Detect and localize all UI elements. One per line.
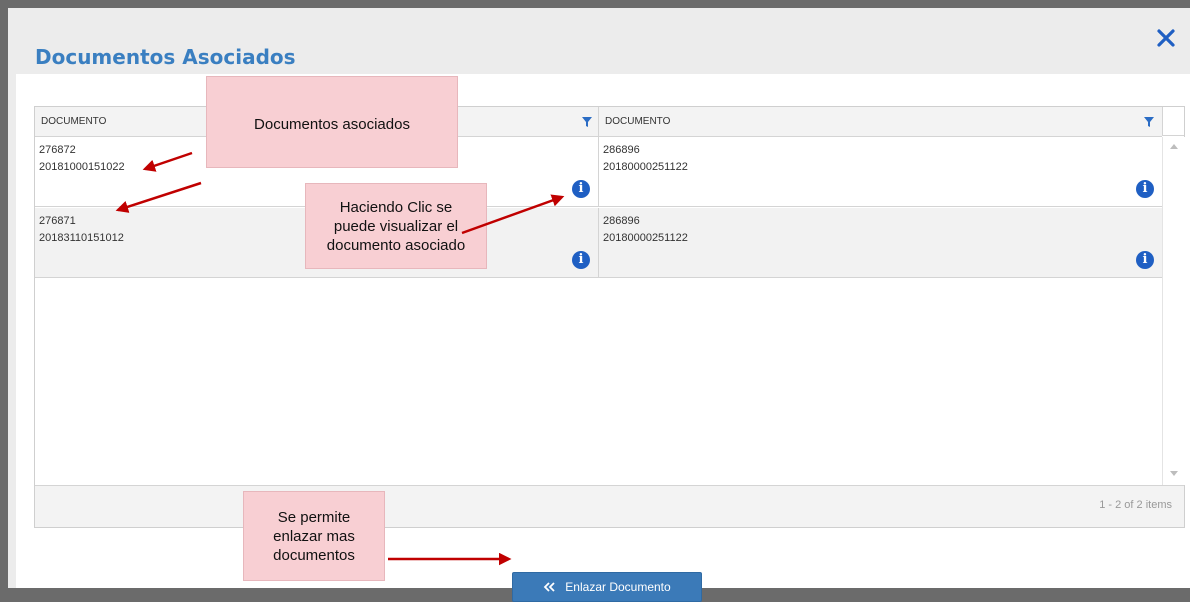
callout-line: documentos bbox=[273, 546, 355, 564]
grid-header: DOCUMENTO DOCUMENTO bbox=[35, 107, 1162, 137]
dialog-title: Documentos Asociados bbox=[35, 45, 296, 69]
scroll-up-icon[interactable] bbox=[1170, 143, 1178, 149]
header-scroll-spacer bbox=[1162, 107, 1184, 136]
column-header-documento-2[interactable]: DOCUMENTO bbox=[599, 107, 1162, 136]
document-id: 286896 bbox=[603, 144, 640, 156]
close-icon bbox=[1157, 29, 1175, 47]
callout-click-to-view: Haciendo Clic se puede visualizar el doc… bbox=[305, 183, 487, 269]
grid-pager: 1 - 2 of 2 items bbox=[35, 485, 1184, 527]
table-row[interactable]: 276872 20181000151022 i 286896 201800002… bbox=[35, 137, 1162, 207]
double-chevron-left-icon bbox=[544, 582, 555, 592]
filter-icon[interactable] bbox=[581, 116, 593, 128]
callout-line: Haciendo Clic se bbox=[339, 198, 453, 216]
column-header-label: DOCUMENTO bbox=[41, 116, 107, 127]
callout-line: puede visualizar el bbox=[333, 217, 459, 235]
callout-line: enlazar mas bbox=[273, 527, 355, 545]
grid-cell: 286896 20180000251122 i bbox=[599, 208, 1162, 277]
callout-associated-documents: Documentos asociados bbox=[206, 76, 458, 168]
info-icon[interactable]: i bbox=[572, 180, 590, 198]
document-number: 20180000251122 bbox=[603, 161, 688, 173]
column-header-label: DOCUMENTO bbox=[605, 116, 671, 127]
callout-line: documento asociado bbox=[326, 236, 466, 254]
associated-documents-dialog: Documentos Asociados DOCUMENTO DOCUMENTO bbox=[8, 8, 1190, 602]
filter-icon[interactable] bbox=[1143, 116, 1155, 128]
link-document-label: Enlazar Documento bbox=[565, 580, 671, 594]
info-icon[interactable]: i bbox=[572, 251, 590, 269]
document-number: 20180000251122 bbox=[603, 232, 688, 244]
info-icon[interactable]: i bbox=[1136, 251, 1154, 269]
callout-text: Documentos asociados bbox=[254, 116, 410, 133]
pager-info: 1 - 2 of 2 items bbox=[1099, 499, 1172, 511]
dialog-content: DOCUMENTO DOCUMENTO 276872 2018100015102… bbox=[16, 74, 1190, 602]
info-icon[interactable]: i bbox=[1136, 180, 1154, 198]
scroll-down-icon[interactable] bbox=[1170, 471, 1178, 477]
table-row[interactable]: 276871 20183110151012 i 286896 201800002… bbox=[35, 208, 1162, 278]
link-document-button[interactable]: Enlazar Documento bbox=[512, 572, 702, 602]
documents-grid: DOCUMENTO DOCUMENTO 276872 2018100015102… bbox=[34, 106, 1185, 528]
close-button[interactable] bbox=[1152, 24, 1180, 52]
grid-cell: 286896 20180000251122 i bbox=[599, 137, 1162, 206]
callout-line: Se permite bbox=[277, 508, 351, 526]
callout-link-more: Se permite enlazar mas documentos bbox=[243, 491, 385, 581]
vertical-scrollbar[interactable] bbox=[1162, 137, 1185, 485]
document-id: 286896 bbox=[603, 215, 640, 227]
